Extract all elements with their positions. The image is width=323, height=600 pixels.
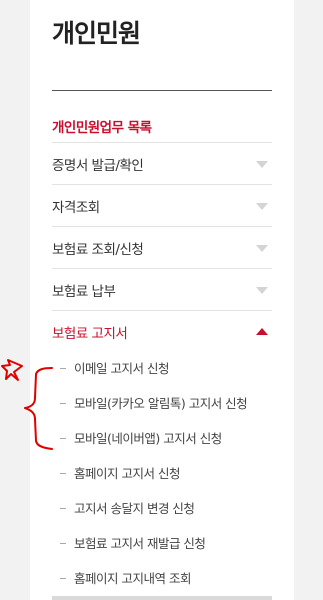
menu-item-label: 증명서 발급/확인 (52, 157, 144, 174)
page-title: 개인민원 (52, 19, 141, 48)
submenu-item-label: 모바일(네이버앱) 고지서 신청 (74, 431, 222, 446)
menu-item-premium-inquiry[interactable]: 보험료 조회/신청 (52, 226, 272, 268)
menu-item-label: 보험료 조회/신청 (52, 241, 144, 258)
menu-item-label: 자격조회 (52, 199, 100, 216)
submenu-item-reissue[interactable]: 보험료 고지서 재발급 신청 (52, 525, 272, 560)
submenu-item-label: 이메일 고지서 신청 (74, 361, 169, 376)
submenu-item-homepage-notice[interactable]: 홈페이지 고지서 신청 (52, 455, 272, 490)
menu-item-qualification[interactable]: 자격조회 (52, 184, 272, 226)
menu-item-certificate[interactable]: 증명서 발급/확인 (52, 142, 272, 184)
chevron-up-icon (256, 327, 268, 335)
submenu-item-notice-history[interactable]: 홈페이지 고지내역 조회 (52, 560, 272, 595)
chevron-down-icon (256, 244, 268, 252)
chevron-down-icon (256, 202, 268, 210)
menu-list: 증명서 발급/확인 자격조회 보험료 조회/신청 보험료 납부 보험료 고지서 (52, 142, 272, 352)
submenu-item-label: 보험료 고지서 재발급 신청 (74, 536, 206, 551)
star-mark-icon (1, 359, 23, 381)
submenu-item-label: 고지서 송달지 변경 신청 (74, 501, 195, 516)
dash-icon (60, 472, 66, 474)
submenu-item-label: 홈페이지 고지서 신청 (74, 466, 180, 481)
menu-item-premium-payment[interactable]: 보험료 납부 (52, 268, 272, 310)
dash-icon (60, 507, 66, 509)
submenu-item-email-notice[interactable]: 이메일 고지서 신청 (52, 350, 272, 385)
submenu-item-address-change[interactable]: 고지서 송달지 변경 신청 (52, 490, 272, 525)
panel-bottom-edge (52, 596, 272, 600)
dash-icon (60, 402, 66, 404)
dash-icon (60, 542, 66, 544)
menu-item-premium-notice[interactable]: 보험료 고지서 (52, 310, 272, 352)
title-divider (52, 90, 272, 91)
menu-item-label: 보험료 고지서 (52, 325, 128, 342)
chevron-down-icon (256, 160, 268, 168)
dash-icon (60, 367, 66, 369)
section-heading: 개인민원업무 목록 (52, 120, 152, 136)
menu-item-label: 보험료 납부 (52, 283, 116, 300)
submenu-item-kakao-notice[interactable]: 모바일(카카오 알림톡) 고지서 신청 (52, 385, 272, 420)
submenu-item-label: 홈페이지 고지내역 조회 (74, 571, 191, 586)
dash-icon (60, 437, 66, 439)
chevron-down-icon (256, 286, 268, 294)
dash-icon (60, 577, 66, 579)
submenu-item-label: 모바일(카카오 알림톡) 고지서 신청 (74, 396, 248, 411)
submenu-list: 이메일 고지서 신청 모바일(카카오 알림톡) 고지서 신청 모바일(네이버앱)… (52, 350, 272, 595)
submenu-item-naver-notice[interactable]: 모바일(네이버앱) 고지서 신청 (52, 420, 272, 455)
